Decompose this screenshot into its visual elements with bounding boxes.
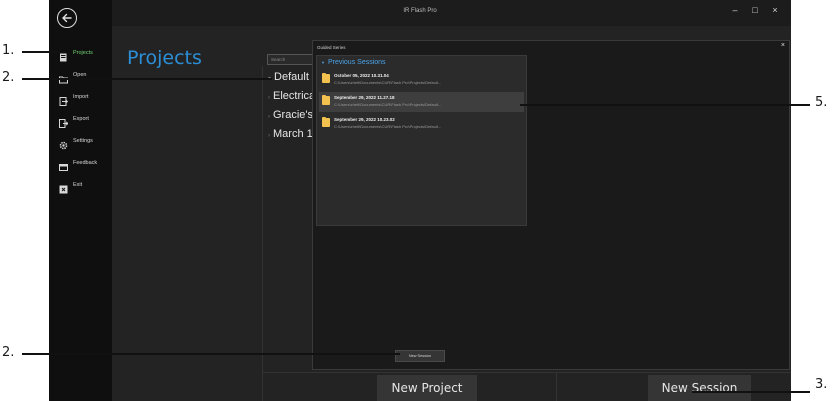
chevron-right-icon: › [268, 114, 270, 120]
search-input[interactable]: Search [267, 54, 315, 65]
callout-line [692, 391, 810, 393]
folder-icon [322, 116, 330, 127]
new-project-button[interactable]: New Project [377, 375, 477, 401]
session-path: C:\Users\zhelt\Documents\CUR\Flash Pro\P… [334, 124, 442, 129]
session-date: October 05, 2022 10.31.04 [334, 73, 389, 78]
dialog-new-session-button[interactable]: New Session [395, 350, 445, 362]
section-header[interactable]: ▼ Previous Sessions [321, 59, 386, 66]
session-row[interactable]: September 29, 2022 10.23.02 C:\Users\zhe… [319, 114, 524, 134]
project-item[interactable]: ▾Default [268, 71, 309, 83]
callout-line [22, 51, 65, 53]
dialog-title: Guided Series [317, 45, 346, 50]
session-row[interactable]: October 05, 2022 10.31.04 C:\Users\zhelt… [319, 70, 524, 90]
session-path: C:\Users\zhelt\Documents\CUR\Flash Pro\P… [334, 102, 442, 107]
sidebar-item-label: Settings [73, 138, 93, 144]
project-label: Gracie's [273, 109, 313, 121]
session-row[interactable]: September 29, 2022 11.27.18 C:\Users\zhe… [319, 92, 524, 112]
dialog-close-button[interactable]: × [781, 42, 785, 49]
callout-line [22, 78, 272, 80]
section-header-label: Previous Sessions [327, 59, 386, 66]
triangle-down-icon: ▼ [321, 60, 325, 65]
project-label: March 1 [273, 128, 313, 140]
session-date: September 29, 2022 11.27.18 [334, 95, 395, 100]
sidebar-item-import[interactable]: Import [59, 91, 111, 106]
import-icon [59, 93, 69, 106]
callout-number: 2. [2, 345, 15, 360]
project-item[interactable]: › Electrica [268, 90, 315, 102]
session-path: C:\Users\zhelt\Documents\CUR\Flash Pro\P… [334, 80, 442, 85]
sidebar-item-exit[interactable]: Exit [59, 179, 111, 193]
divider [262, 66, 263, 401]
minimize-button[interactable]: – [729, 5, 741, 15]
sidebar-item-feedback[interactable]: Feedback [59, 157, 111, 171]
sidebar-item-projects[interactable]: Projects [59, 47, 111, 61]
project-item[interactable]: › Gracie's [268, 109, 313, 121]
folder-icon [322, 72, 330, 83]
export-icon [59, 115, 69, 128]
folder-icon [322, 94, 330, 105]
chevron-right-icon: › [268, 95, 270, 101]
callout-number: 3. [815, 377, 828, 392]
project-label: Electrica [273, 90, 316, 102]
sidebar-item-label: Projects [73, 50, 93, 56]
sidebar-item-export[interactable]: Export [59, 113, 111, 128]
callout-line [22, 353, 400, 355]
project-item[interactable]: › March 1 [268, 128, 313, 140]
sidebar-item-settings[interactable]: Settings [59, 135, 111, 149]
exit-icon [59, 181, 68, 193]
maximize-button[interactable]: □ [749, 5, 761, 15]
close-button[interactable]: × [769, 5, 781, 15]
callout-number: 5. [815, 95, 828, 110]
session-date: September 29, 2022 10.23.02 [334, 117, 395, 122]
title-bar: IR Flash Pro – □ × [49, 0, 791, 26]
sidebar-item-label: Feedback [73, 160, 98, 166]
chevron-right-icon: › [268, 133, 270, 139]
window-title: IR Flash Pro [403, 8, 437, 14]
previous-sessions-panel: ▼ Previous Sessions October 05, 2022 10.3… [316, 55, 527, 226]
new-session-button[interactable]: New Session [648, 375, 751, 401]
project-label: Default [274, 71, 309, 83]
projects-icon [59, 49, 68, 61]
sidebar-item-label: Import [73, 94, 89, 100]
sidebar: Projects Open Import Export Settings Fee… [49, 0, 112, 401]
callout-number: 1. [2, 43, 15, 58]
divider [556, 372, 557, 401]
gear-icon [59, 137, 68, 149]
guided-series-dialog: Guided Series × ▼ Previous Sessions Octob… [312, 40, 790, 370]
feedback-icon [59, 159, 68, 171]
page-title: Projects [127, 47, 202, 69]
callout-line [520, 104, 810, 106]
divider [262, 372, 791, 373]
sidebar-item-label: Export [73, 116, 89, 122]
sidebar-item-label: Exit [73, 182, 83, 188]
callout-number: 2. [2, 70, 15, 85]
app-window: Projects Open Import Export Settings Fee… [49, 0, 791, 401]
